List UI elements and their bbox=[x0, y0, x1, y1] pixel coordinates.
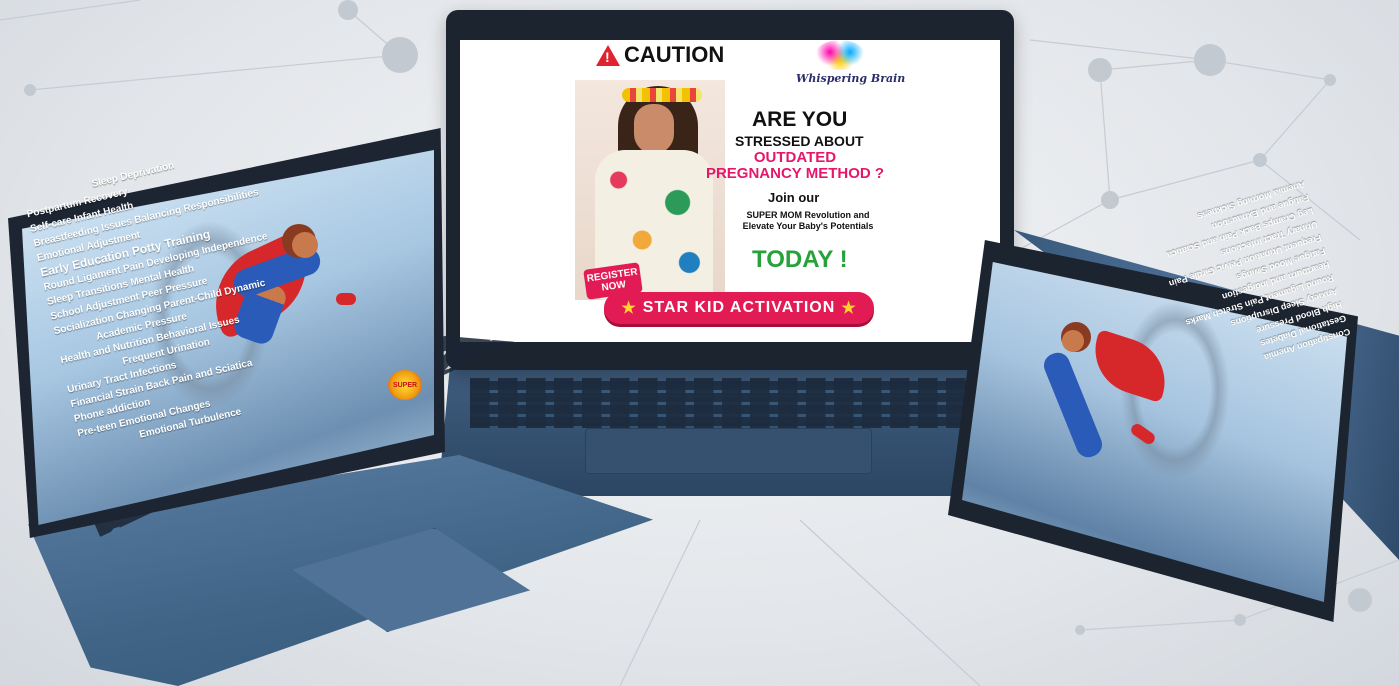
headline-outdated: OUTDATED PREGNANCY METHOD ? bbox=[705, 149, 885, 182]
warning-icon bbox=[596, 44, 620, 66]
caution-label: CAUTION bbox=[596, 42, 724, 68]
headline-stressed: STRESSED ABOUT bbox=[735, 133, 864, 149]
caution-text: CAUTION bbox=[624, 42, 725, 67]
cta-label: STAR KID ACTIVATION bbox=[642, 299, 836, 316]
super-mom-text: SUPER MOM Revolution and Elevate Your Ba… bbox=[742, 210, 874, 231]
today-text: TODAY ! bbox=[752, 246, 848, 273]
pregnant-woman-face bbox=[634, 104, 674, 154]
brand-name: Whispering Brain bbox=[796, 72, 906, 85]
center-laptop-touchpad bbox=[585, 428, 872, 474]
star-icon: ★ bbox=[841, 300, 857, 317]
super-badge: SUPER bbox=[388, 370, 422, 400]
super-mom-fist bbox=[336, 293, 356, 305]
super-mom-head bbox=[292, 232, 318, 258]
star-kid-activation-button[interactable]: ★ STAR KID ACTIVATION ★ bbox=[604, 292, 874, 324]
brain-logo-icon bbox=[815, 40, 865, 70]
headline-are-you: ARE YOU bbox=[752, 108, 848, 131]
center-laptop-keyboard bbox=[470, 378, 990, 428]
super-mom-head bbox=[1062, 330, 1084, 352]
star-icon: ★ bbox=[621, 300, 637, 317]
join-text: Join our bbox=[768, 190, 820, 205]
flower-crown bbox=[622, 88, 702, 102]
